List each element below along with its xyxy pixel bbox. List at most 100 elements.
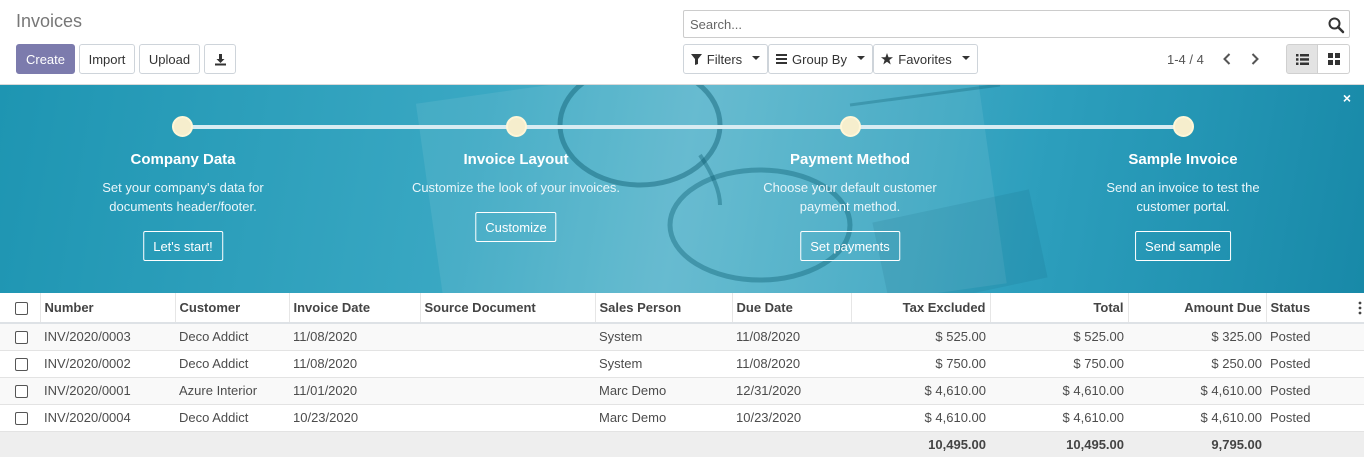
group-by-label: Group By [792, 51, 847, 67]
column-header-invoice-date[interactable]: Invoice Date [289, 293, 421, 324]
filters-label: Filters [706, 51, 743, 67]
step-title: Company Data [130, 151, 236, 168]
column-header-status[interactable]: Status [1266, 293, 1364, 324]
column-header-source-document[interactable]: Source Document [420, 293, 596, 324]
total-tax-excluded: 10,495.00 [851, 431, 990, 457]
cell-total: $ 750.00 [990, 350, 1128, 378]
cell-number: INV/2020/0004 [40, 404, 175, 432]
column-header-tax-excluded[interactable]: Tax Excluded [851, 293, 991, 324]
favorites-dropdown[interactable]: Favorites [873, 44, 978, 74]
close-banner-button[interactable]: × [1340, 91, 1354, 105]
cell-tax-excluded: $ 525.00 [851, 323, 990, 351]
row-select-cell [0, 350, 40, 378]
cell-tax-excluded: $ 750.00 [851, 350, 990, 378]
step-description-line: customer portal. [1136, 199, 1230, 214]
search-box [683, 10, 1350, 38]
step-title: Sample Invoice [1128, 151, 1238, 168]
step-description-line: Send an invoice to test the [1106, 180, 1260, 195]
step-description-line: payment method. [799, 199, 901, 214]
optional-columns-icon[interactable] [1358, 301, 1362, 315]
caret-down-icon [752, 55, 761, 60]
onboarding-banner: × Company Data Set your company's data f… [0, 85, 1364, 293]
table-row[interactable]: INV/2020/0002 Deco Addict 11/08/2020 Sys… [0, 350, 1364, 378]
column-header-customer[interactable]: Customer [175, 293, 290, 324]
table-row[interactable]: INV/2020/0003 Deco Addict 11/08/2020 Sys… [0, 323, 1364, 351]
pager-next-button[interactable] [1247, 48, 1263, 70]
cell-status: Posted [1266, 350, 1364, 378]
cell-number: INV/2020/0001 [40, 377, 175, 405]
step-description-line: Customize the look of your invoices. [411, 180, 621, 195]
cell-invoice-date: 11/08/2020 [289, 350, 420, 378]
select-all-cell [0, 293, 41, 324]
customize-button[interactable]: Customize [475, 212, 557, 242]
cell-status: Posted [1266, 404, 1364, 432]
column-header-sales-person[interactable]: Sales Person [595, 293, 733, 324]
chevron-left-icon [1223, 53, 1231, 65]
cell-due-date: 11/08/2020 [732, 350, 851, 378]
step-description: Send an invoice to test the customer por… [1053, 178, 1313, 216]
totals-empty-cell [0, 431, 40, 457]
step-company-data: Company Data Set your company's data for… [53, 151, 313, 216]
list-icon [1295, 53, 1309, 65]
row-select-cell [0, 377, 40, 405]
totals-empty-cell [1266, 431, 1364, 457]
filters-dropdown[interactable]: Filters [683, 44, 768, 74]
set-payments-button[interactable]: Set payments [800, 231, 900, 261]
cell-due-date: 10/23/2020 [732, 404, 851, 432]
column-header-amount-due[interactable]: Amount Due [1128, 293, 1267, 324]
table-row[interactable]: INV/2020/0001 Azure Interior 11/01/2020 … [0, 377, 1364, 405]
step-sample-invoice: Sample Invoice Send an invoice to test t… [1053, 151, 1313, 216]
cell-amount-due: $ 4,610.00 [1128, 404, 1266, 432]
cell-invoice-date: 10/23/2020 [289, 404, 420, 432]
column-header-status-label: Status [1270, 300, 1311, 315]
table-totals-row: 10,495.00 10,495.00 9,795.00 [0, 431, 1364, 457]
progress-track [182, 125, 1183, 129]
column-header-total[interactable]: Total [990, 293, 1129, 324]
cell-amount-due: $ 250.00 [1128, 350, 1266, 378]
step-description-line: documents header/footer. [109, 199, 257, 214]
totals-empty-cell [289, 431, 420, 457]
download-icon [214, 53, 226, 65]
cell-amount-due: $ 325.00 [1128, 323, 1266, 351]
cell-source-document [420, 377, 595, 405]
list-view-button[interactable] [1286, 44, 1318, 74]
cell-customer: Deco Addict [175, 323, 289, 351]
cell-status: Posted [1266, 323, 1364, 351]
pager-previous-button[interactable] [1219, 48, 1235, 70]
group-by-dropdown[interactable]: Group By [768, 44, 873, 74]
cell-total: $ 4,610.00 [990, 377, 1128, 405]
total-total: 10,495.00 [990, 431, 1128, 457]
row-select-cell [0, 404, 40, 432]
download-button[interactable] [204, 44, 236, 74]
import-button[interactable]: Import [79, 44, 135, 74]
send-sample-button[interactable]: Send sample [1135, 231, 1231, 261]
row-checkbox[interactable] [15, 331, 28, 345]
caret-down-icon [961, 55, 970, 60]
step-description: Choose your default customer payment met… [720, 178, 980, 216]
table-row[interactable]: INV/2020/0004 Deco Addict 10/23/2020 Mar… [0, 404, 1364, 432]
lets-start-button[interactable]: Let's start! [143, 231, 223, 261]
column-header-due-date[interactable]: Due Date [732, 293, 852, 324]
step-description-line: Choose your default customer [763, 180, 937, 195]
totals-empty-cell [40, 431, 175, 457]
column-header-number[interactable]: Number [40, 293, 176, 324]
row-select-cell [0, 323, 40, 351]
cell-customer: Deco Addict [175, 350, 289, 378]
cell-number: INV/2020/0002 [40, 350, 175, 378]
upload-button[interactable]: Upload [139, 44, 200, 74]
cell-total: $ 4,610.00 [990, 404, 1128, 432]
row-checkbox[interactable] [15, 412, 28, 426]
pager-value[interactable]: 1-4 / 4 [1167, 52, 1204, 67]
search-input[interactable] [684, 11, 1304, 37]
cell-tax-excluded: $ 4,610.00 [851, 404, 990, 432]
search-icon[interactable] [1327, 16, 1345, 34]
cell-status: Posted [1266, 377, 1364, 405]
create-button[interactable]: Create [16, 44, 75, 74]
step-invoice-layout: Invoice Layout Customize the look of you… [386, 151, 646, 197]
kanban-view-button[interactable] [1318, 44, 1350, 74]
bars-icon [776, 54, 788, 64]
invoice-table: Number Customer Invoice Date Source Docu… [0, 293, 1364, 457]
row-checkbox[interactable] [15, 358, 28, 372]
row-checkbox[interactable] [15, 385, 28, 399]
select-all-checkbox[interactable] [15, 302, 28, 316]
